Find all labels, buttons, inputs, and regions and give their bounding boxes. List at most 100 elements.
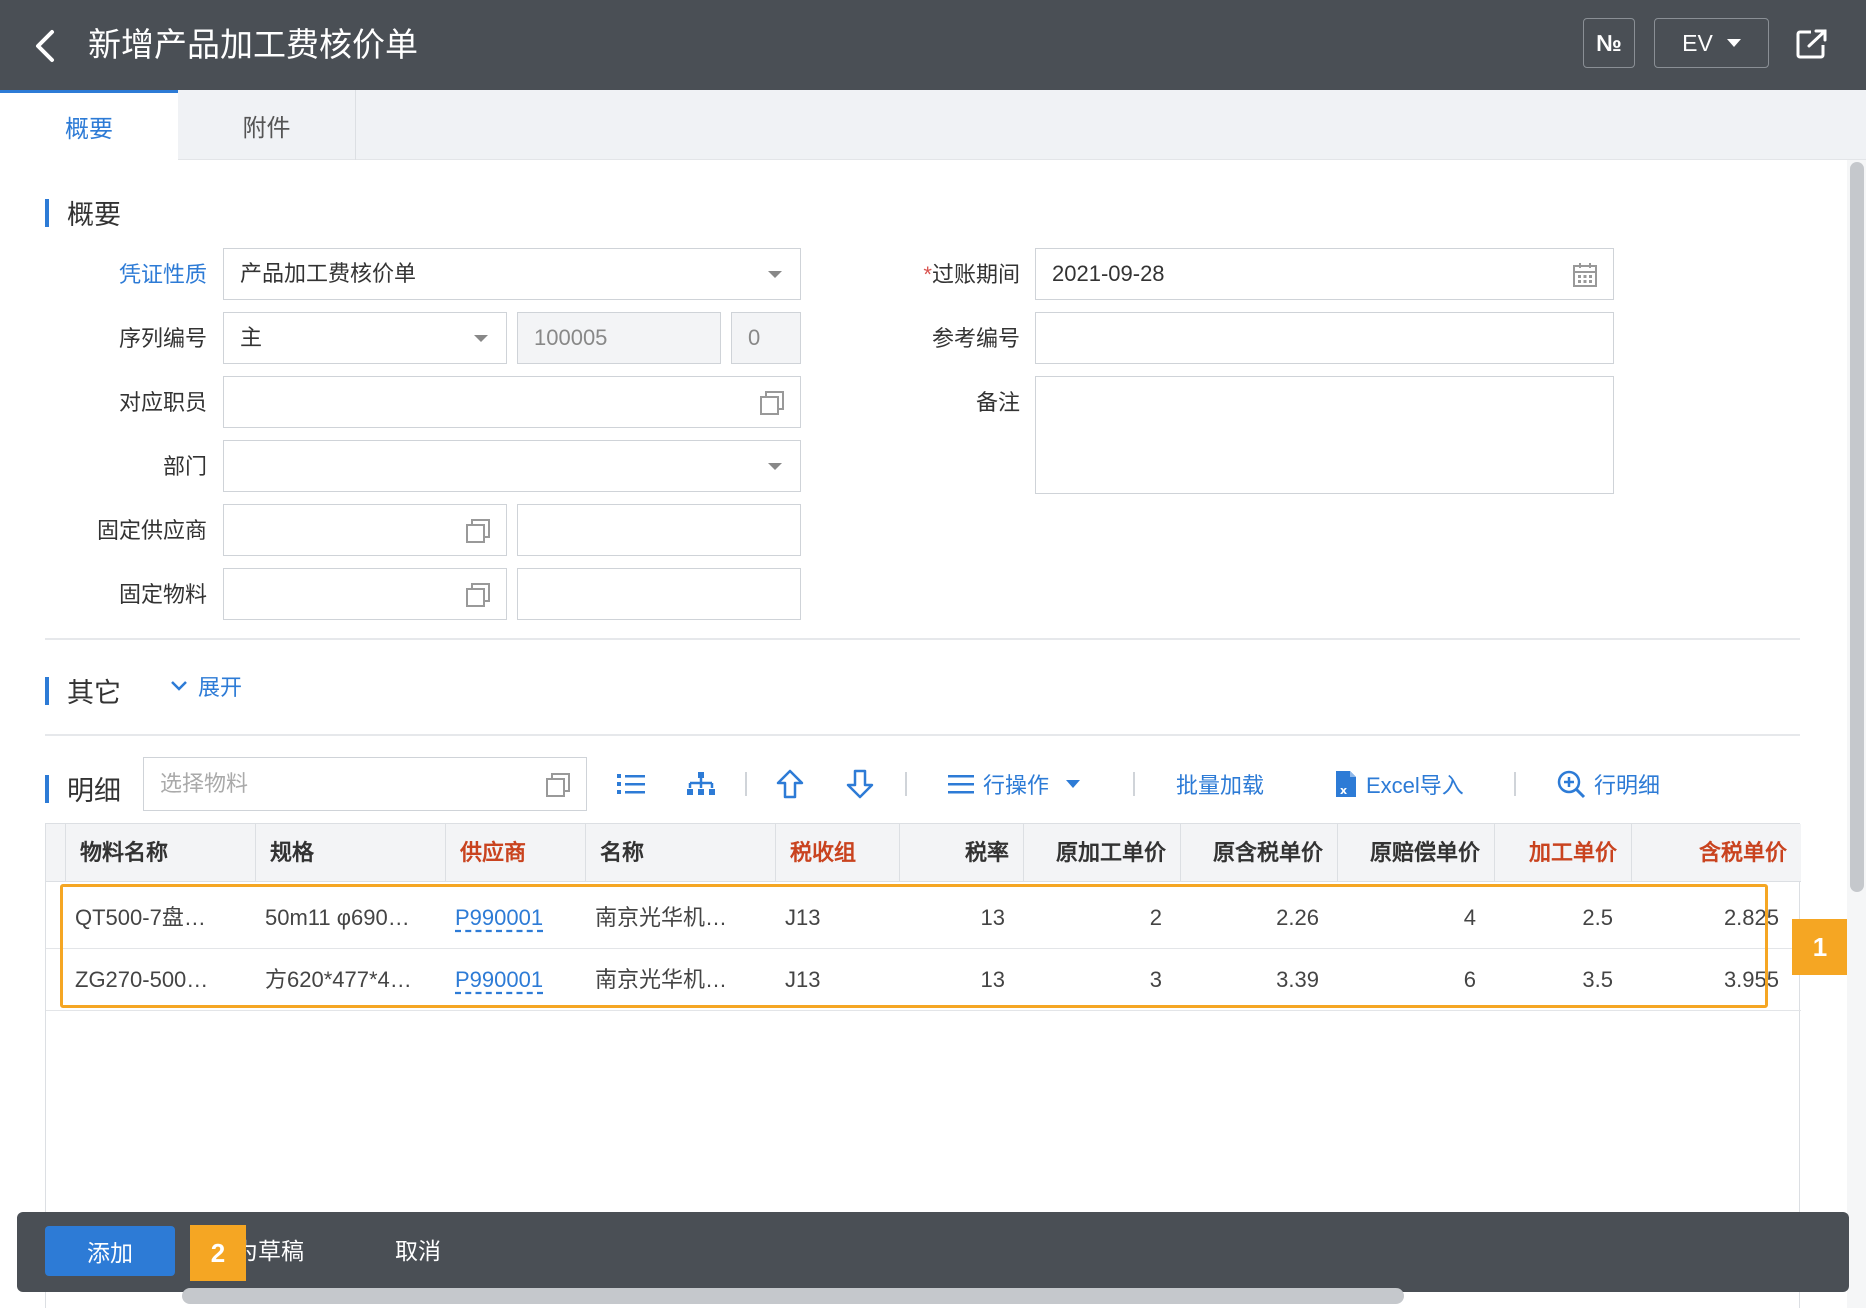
- zoom-in-icon: [1557, 770, 1586, 799]
- col-name[interactable]: 名称: [586, 824, 776, 882]
- toolbar-separator: [1133, 772, 1135, 796]
- row-detail-button[interactable]: 行明细: [1556, 763, 1660, 805]
- chevron-down-icon: [1726, 39, 1741, 47]
- col-tax-included-price[interactable]: 含税单价: [1632, 824, 1801, 882]
- col-material-name[interactable]: 物料名称: [66, 824, 256, 882]
- excel-import-button[interactable]: x Excel导入: [1334, 763, 1464, 805]
- annotation-badge-2: 2: [190, 1225, 246, 1281]
- voucher-type-label[interactable]: 凭证性质: [47, 250, 207, 300]
- chevron-down-icon: [768, 271, 782, 278]
- cell-tax-rate: 13: [980, 967, 1005, 992]
- page-title: 新增产品加工费核价单: [88, 26, 418, 63]
- chevron-down-icon: [768, 463, 782, 470]
- fixed-material-field[interactable]: [223, 568, 507, 620]
- cell-tax-group: J13: [785, 905, 821, 930]
- cell-tax-included-price: 3.955: [1723, 967, 1779, 992]
- back-arrow-icon[interactable]: [30, 28, 60, 64]
- serial-label: 序列编号: [118, 326, 207, 351]
- material-search-placeholder: 选择物料: [160, 771, 249, 796]
- col-process-price[interactable]: 加工单价: [1495, 824, 1632, 882]
- summary-section-header: 概要: [45, 193, 121, 232]
- col-orig-tax-price[interactable]: 原含税单价: [1181, 824, 1338, 882]
- voucher-type-select[interactable]: 产品加工费核价单: [223, 248, 801, 300]
- fixed-material-label: 固定物料: [118, 582, 207, 607]
- lookup-icon[interactable]: [544, 771, 572, 799]
- remark-textarea[interactable]: [1035, 376, 1614, 494]
- list-view-button[interactable]: [615, 763, 647, 805]
- toolbar-separator: [1514, 772, 1516, 796]
- number-button[interactable]: №: [1583, 18, 1635, 68]
- serial-select[interactable]: 主: [223, 312, 507, 364]
- col-tax-group[interactable]: 税收组: [776, 824, 900, 882]
- lookup-icon[interactable]: [758, 389, 786, 417]
- required-mark: *: [923, 262, 932, 287]
- cell-orig-compensation-price: 4: [1463, 905, 1476, 930]
- fixed-supplier-label: 固定供应商: [96, 518, 207, 543]
- department-select[interactable]: [223, 440, 801, 492]
- expand-label: 展开: [198, 675, 243, 700]
- table-row[interactable]: ZG270-500… 方620*477*4… P990001 南京光华机… J1…: [46, 949, 1801, 1011]
- cell-supplier-link[interactable]: P990001: [441, 949, 586, 1011]
- batch-load-button[interactable]: 批量加载: [1176, 763, 1264, 805]
- header-spacer: [46, 824, 66, 882]
- menu-icon: [948, 775, 974, 794]
- calendar-icon[interactable]: [1571, 261, 1599, 289]
- language-label: EV: [1682, 29, 1713, 56]
- fixed-supplier-field[interactable]: [223, 504, 507, 556]
- toolbar-separator: [745, 772, 747, 796]
- tree-view-button[interactable]: [685, 763, 717, 805]
- voucher-type-value: 产品加工费核价单: [240, 261, 417, 286]
- excel-import-label: Excel导入: [1366, 773, 1464, 798]
- detail-section-title: 明细: [67, 776, 121, 806]
- page: 新增产品加工费核价单 № EV 概要 附件 概要 凭证性质 序列编号 对应职员 …: [0, 0, 1866, 1308]
- serial-number-field: 100005: [517, 312, 721, 364]
- tab-attachments[interactable]: 附件: [178, 90, 356, 160]
- batch-load-label: 批量加载: [1176, 773, 1265, 798]
- fixed-material-name-field[interactable]: [517, 568, 801, 620]
- row-detail-label: 行明细: [1594, 773, 1661, 798]
- section-marker: [45, 676, 49, 705]
- top-header: 新增产品加工费核价单 № EV: [0, 0, 1866, 90]
- row-operations-label: 行操作: [983, 773, 1050, 798]
- col-tax-rate[interactable]: 税率: [900, 824, 1024, 882]
- move-down-button[interactable]: [845, 763, 875, 805]
- lookup-icon[interactable]: [464, 581, 492, 609]
- tab-summary[interactable]: 概要: [0, 90, 178, 160]
- cell-name: 南京光华机…: [595, 905, 728, 930]
- language-dropdown[interactable]: EV: [1654, 18, 1769, 68]
- cell-material-name: QT500-7盘…: [75, 905, 206, 930]
- move-up-button[interactable]: [775, 763, 805, 805]
- export-icon[interactable]: [1795, 28, 1829, 60]
- material-search-input[interactable]: 选择物料: [143, 757, 587, 811]
- cell-supplier-link[interactable]: P990001: [441, 887, 586, 949]
- expand-toggle[interactable]: 展开: [170, 670, 242, 702]
- cell-orig-process-price: 3: [1149, 967, 1162, 992]
- employee-field[interactable]: [223, 376, 801, 428]
- col-spec[interactable]: 规格: [256, 824, 446, 882]
- col-orig-process-price[interactable]: 原加工单价: [1024, 824, 1181, 882]
- other-section-header: 其它: [45, 671, 121, 710]
- tab-bar: 概要 附件: [0, 90, 1866, 160]
- table-row[interactable]: QT500-7盘… 50m11 φ690… P990001 南京光华机… J13…: [46, 887, 1801, 949]
- col-orig-compensation-price[interactable]: 原赔偿单价: [1338, 824, 1495, 882]
- number-label: №: [1596, 29, 1622, 56]
- col-supplier[interactable]: 供应商: [446, 824, 586, 882]
- section-divider: [45, 734, 1800, 736]
- cell-tax-included-price: 2.825: [1723, 905, 1779, 930]
- row-operations-dropdown[interactable]: 行操作: [947, 763, 1081, 805]
- annotation-badge-1: 1: [1792, 919, 1848, 975]
- vertical-scrollbar[interactable]: [1847, 160, 1866, 1308]
- list-icon: [617, 774, 645, 794]
- other-section-title: 其它: [67, 678, 121, 708]
- add-button[interactable]: 添加: [45, 1226, 175, 1276]
- cancel-button[interactable]: 取消: [395, 1226, 441, 1276]
- fixed-supplier-name-field[interactable]: [517, 504, 801, 556]
- reference-field[interactable]: [1035, 312, 1614, 364]
- cell-spec: 方620*477*4…: [265, 967, 412, 992]
- remark-label: 备注: [975, 390, 1020, 415]
- posting-date-field[interactable]: 2021-09-28: [1035, 248, 1614, 300]
- scrollbar-thumb[interactable]: [1850, 162, 1864, 892]
- lookup-icon[interactable]: [464, 517, 492, 545]
- posting-date-label-text: 过账期间: [931, 262, 1020, 287]
- horizontal-scrollbar[interactable]: [182, 1288, 1404, 1304]
